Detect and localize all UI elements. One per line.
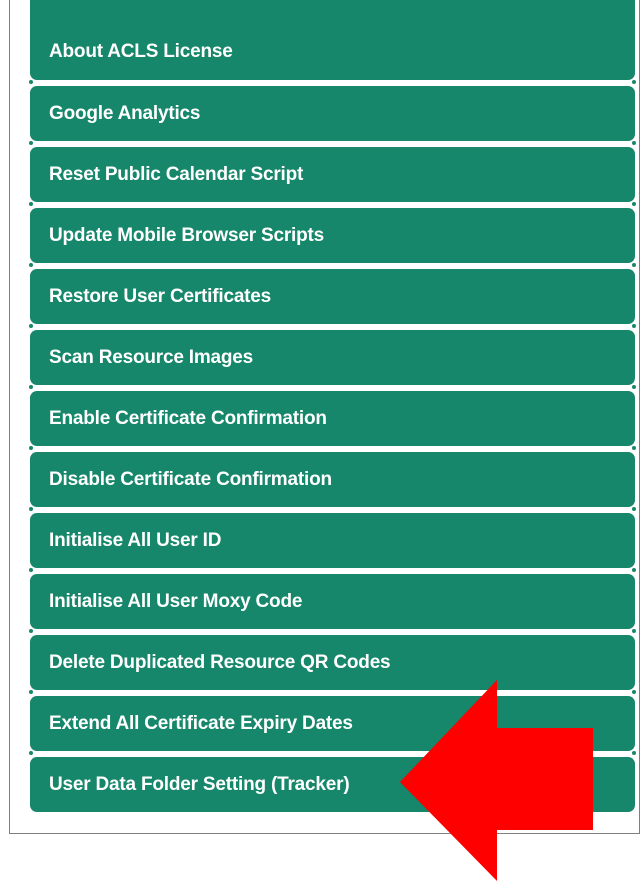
menu-item-about-acls-license[interactable]: About ACLS License (29, 0, 636, 84)
menu-item-google-analytics[interactable]: Google Analytics (29, 86, 636, 145)
menu-item-reset-public-calendar-script[interactable]: Reset Public Calendar Script (29, 147, 636, 206)
menu-item-initialise-all-user-id[interactable]: Initialise All User ID (29, 513, 636, 572)
menu-item-scan-resource-images[interactable]: Scan Resource Images (29, 330, 636, 389)
menu-item-restore-user-certificates[interactable]: Restore User Certificates (29, 269, 636, 328)
menu-item-initialise-all-user-moxy-code[interactable]: Initialise All User Moxy Code (29, 574, 636, 633)
menu-item-enable-certificate-confirmation[interactable]: Enable Certificate Confirmation (29, 391, 636, 450)
menu-item-update-mobile-browser-scripts[interactable]: Update Mobile Browser Scripts (29, 208, 636, 267)
menu-item-disable-certificate-confirmation[interactable]: Disable Certificate Confirmation (29, 452, 636, 511)
arrow-left-icon (400, 680, 593, 881)
